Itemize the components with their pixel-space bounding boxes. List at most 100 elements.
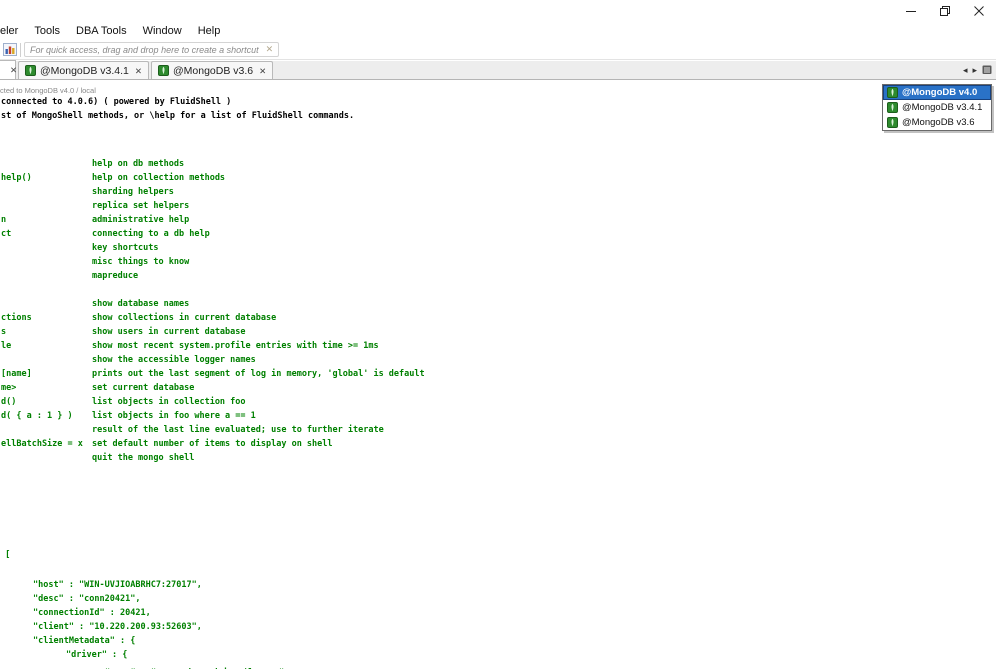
- minimize-icon: [906, 11, 916, 12]
- tab-label: @MongoDB v3.4.1: [40, 64, 129, 77]
- help-description: key shortcuts: [92, 243, 159, 253]
- tab-mongodb-v4-partial[interactable]: ✕: [0, 60, 17, 79]
- help-row: result of the last line evaluated; use t…: [0, 423, 996, 437]
- toolbar-separator: [20, 42, 21, 57]
- tab-mongodb-v341[interactable]: @MongoDB v3.4.1 ✕: [18, 61, 149, 79]
- tab-mongodb-v36[interactable]: @MongoDB v3.6 ✕: [151, 61, 274, 79]
- help-row: help on db methods: [0, 157, 996, 171]
- help-row: show database names: [0, 297, 996, 311]
- help-command-fragment: me>: [1, 383, 17, 393]
- shell-banner-line2: st of MongoShell methods, or \help for a…: [1, 111, 355, 121]
- json-line-text: "desc" : "conn20421",: [33, 594, 141, 604]
- help-description: quit the mongo shell: [92, 453, 195, 463]
- json-row: "desc" : "conn20421",: [0, 592, 996, 606]
- help-command-fragment: ct: [1, 229, 12, 239]
- connection-status-line: cted to MongoDB v4.0 / local: [0, 86, 96, 95]
- help-row: show the accessible logger names: [0, 353, 996, 367]
- shortcut-hint-text: For quick access, drag and drop here to …: [30, 44, 259, 55]
- dropdown-item[interactable]: @MongoDB v3.4.1: [883, 100, 991, 115]
- help-command-fragment: help(): [1, 173, 32, 183]
- help-description: administrative help: [92, 215, 190, 225]
- dropdown-item-label: @MongoDB v3.4.1: [902, 102, 983, 113]
- help-command-fragment: n: [1, 215, 7, 225]
- help-row: ct connecting to a db help: [0, 227, 996, 241]
- tab-close-icon[interactable]: ✕: [259, 66, 266, 75]
- help-row: [name] prints out the last segment of lo…: [0, 367, 996, 381]
- help-description: misc things to know: [92, 257, 190, 267]
- menu-item-help[interactable]: Help: [192, 23, 230, 39]
- help-row: d() list objects in collection foo: [0, 395, 996, 409]
- json-row: "driver" : {: [0, 648, 996, 662]
- tab-close-icon[interactable]: ✕: [10, 66, 17, 75]
- mongo-help-block-show: show database names ctions show collecti…: [0, 297, 996, 465]
- help-row: misc things to know: [0, 255, 996, 269]
- shortcut-drop-zone[interactable]: For quick access, drag and drop here to …: [24, 42, 280, 57]
- mongo-help-block-commands: help on db methods help() help on collec…: [0, 157, 996, 283]
- help-command-fragment: [name]: [1, 369, 32, 379]
- help-description: mapreduce: [92, 271, 139, 281]
- help-description: help on collection methods: [92, 173, 226, 183]
- app-window: eler Tools DBA Tools Window Help For qui…: [0, 0, 996, 669]
- help-description: show users in current database: [92, 327, 246, 337]
- help-row: quit the mongo shell: [0, 451, 996, 465]
- json-row: "host" : "WIN-UVJIOABRHC7:27017",: [0, 578, 996, 592]
- help-description: replica set helpers: [92, 201, 190, 211]
- json-row: "client" : "10.220.200.93:52603",: [0, 620, 996, 634]
- mongodb-icon: [887, 117, 898, 128]
- json-line-text: "host" : "WIN-UVJIOABRHC7:27017",: [33, 580, 202, 590]
- help-row: n administrative help: [0, 213, 996, 227]
- json-line-text: "driver" : {: [66, 650, 128, 660]
- help-description: list objects in foo where a == 1: [92, 411, 256, 421]
- minimize-button[interactable]: [894, 0, 928, 22]
- tab-scroll-left-icon[interactable]: ◂: [963, 65, 968, 75]
- restore-button[interactable]: [928, 0, 962, 22]
- menu-bar: eler Tools DBA Tools Window Help: [0, 22, 996, 40]
- help-description: show database names: [92, 299, 190, 309]
- help-row: replica set helpers: [0, 199, 996, 213]
- help-row: me> set current database: [0, 381, 996, 395]
- help-description: sharding helpers: [92, 187, 174, 197]
- menu-item-window[interactable]: Window: [137, 23, 191, 39]
- help-command-fragment: ctions: [1, 313, 32, 323]
- help-row: sharding helpers: [0, 185, 996, 199]
- help-description: show most recent system.profile entries …: [92, 341, 379, 351]
- dropdown-item[interactable]: @MongoDB v3.6: [883, 115, 991, 130]
- shell-banner-line1: connected to 4.0.6) ( powered by FluidSh…: [1, 97, 232, 107]
- tab-list-icon[interactable]: [982, 64, 992, 75]
- json-row: "clientMetadata" : {: [0, 634, 996, 648]
- tab-nav-controls: ◂ ▸: [963, 64, 992, 75]
- help-row: mapreduce: [0, 269, 996, 283]
- help-description: list objects in collection foo: [92, 397, 246, 407]
- dropdown-item-label: @MongoDB v3.6: [902, 117, 975, 128]
- help-row: s show users in current database: [0, 325, 996, 339]
- mongodb-icon: [158, 65, 169, 76]
- dropdown-item-label: @MongoDB v4.0: [902, 87, 978, 98]
- help-row: d( { a : 1 } ) list objects in foo where…: [0, 409, 996, 423]
- help-command-fragment: d(): [1, 397, 17, 407]
- app-chart-icon[interactable]: [3, 43, 17, 56]
- json-line-text: "client" : "10.220.200.93:52603",: [33, 622, 202, 632]
- tab-close-icon[interactable]: ✕: [135, 66, 142, 75]
- help-description: show the accessible logger names: [92, 355, 256, 365]
- toolbar: For quick access, drag and drop here to …: [0, 40, 996, 60]
- json-line-text: "connectionId" : 20421,: [33, 608, 151, 618]
- title-bar: [0, 0, 996, 22]
- menu-item-dba-tools[interactable]: DBA Tools: [70, 23, 136, 39]
- menu-item-modeler-partial[interactable]: eler: [0, 23, 27, 39]
- menu-item-tools[interactable]: Tools: [28, 23, 69, 39]
- help-row: key shortcuts: [0, 241, 996, 255]
- restore-icon: [940, 6, 950, 16]
- help-description: connecting to a db help: [92, 229, 210, 239]
- json-line-text: "clientMetadata" : {: [33, 636, 136, 646]
- dropdown-item[interactable]: @MongoDB v4.0: [883, 85, 991, 100]
- fluidshell-terminal[interactable]: cted to MongoDB v4.0 / local connected t…: [0, 80, 996, 669]
- help-row: ctions show collections in current datab…: [0, 311, 996, 325]
- help-row: le show most recent system.profile entri…: [0, 339, 996, 353]
- help-description: result of the last line evaluated; use t…: [92, 425, 384, 435]
- help-description: help on db methods: [92, 159, 185, 169]
- help-description: show collections in current database: [92, 313, 277, 323]
- tab-scroll-right-icon[interactable]: ▸: [972, 65, 977, 75]
- shortcut-close-icon[interactable]: ✕: [266, 45, 274, 54]
- close-button[interactable]: [962, 0, 996, 22]
- tab-strip: ✕ @MongoDB v3.4.1 ✕ @MongoDB v3.6 ✕ ◂ ▸: [0, 60, 996, 80]
